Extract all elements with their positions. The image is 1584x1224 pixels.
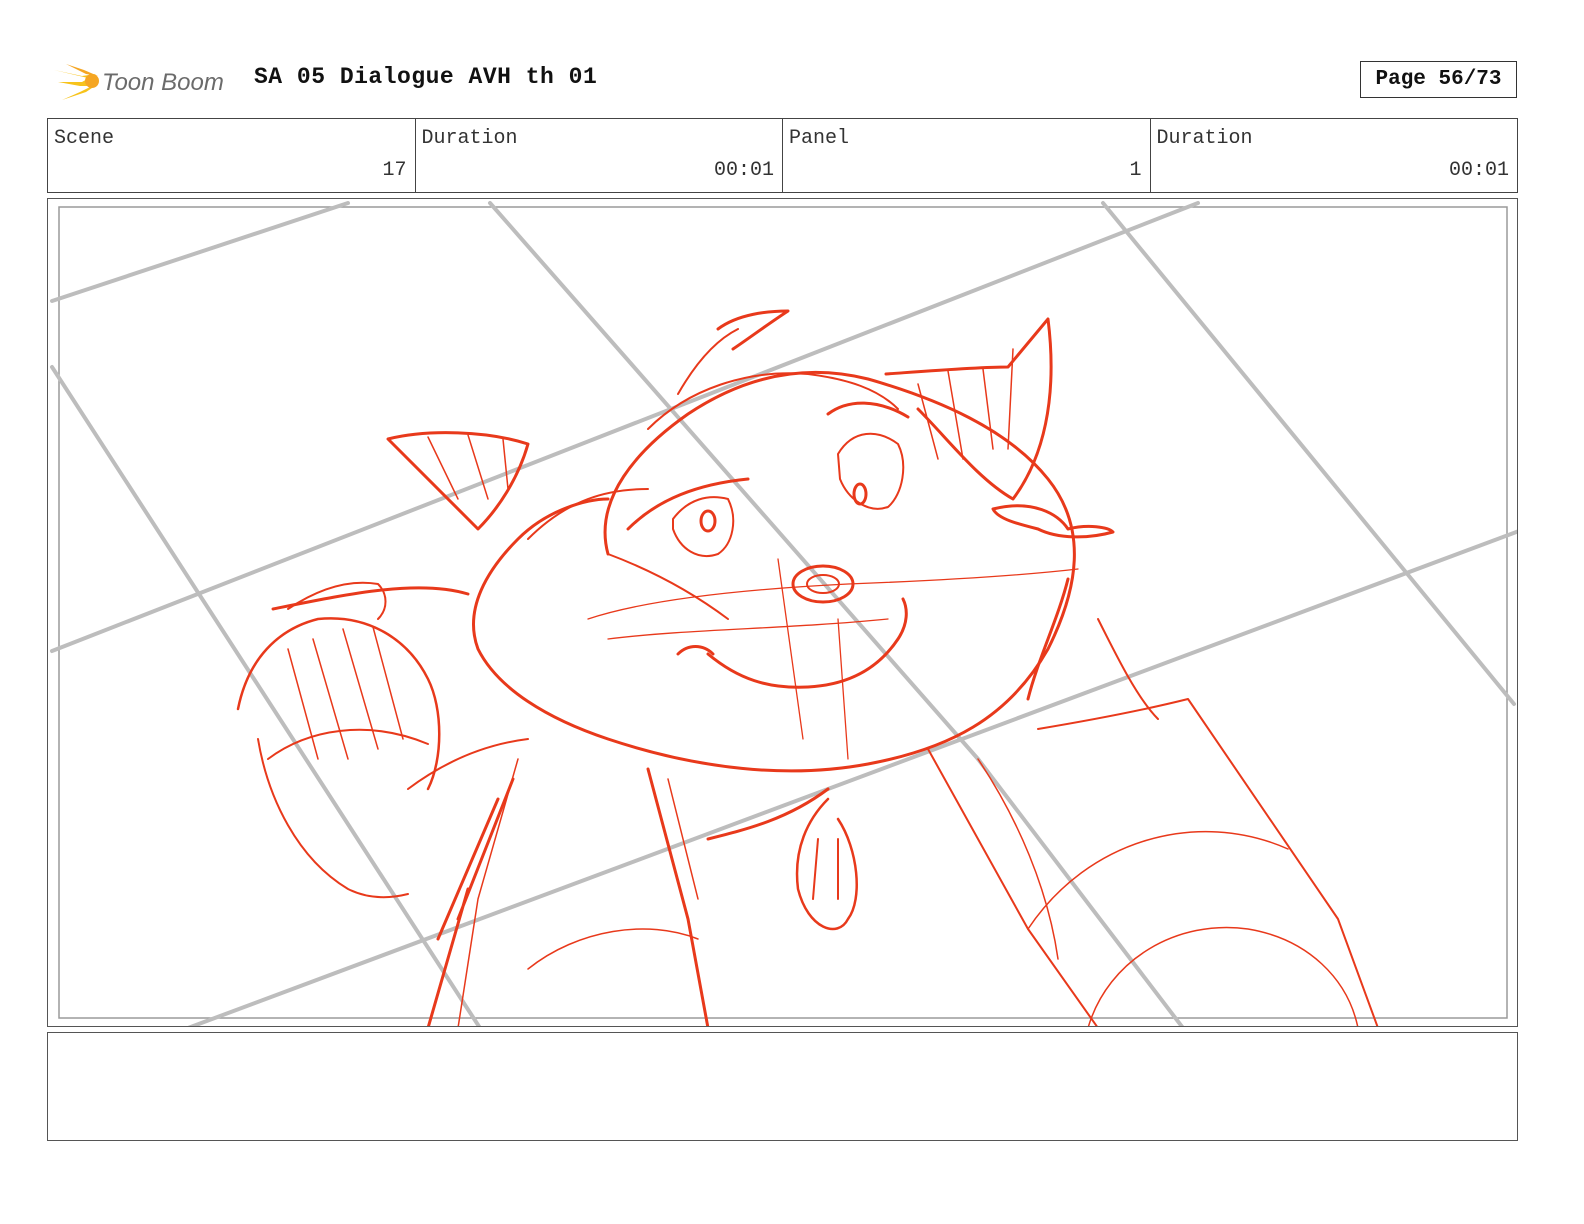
scene-cell: Scene 17 xyxy=(48,119,416,192)
floor-grid-lines xyxy=(50,201,1517,1026)
safe-frame xyxy=(58,206,1508,1019)
panel-duration-cell: Duration 00:01 xyxy=(1151,119,1518,192)
panel-drawing xyxy=(50,201,1517,1026)
logo-text: Toon Boom xyxy=(102,69,224,96)
panel-label: Panel xyxy=(789,127,850,150)
scene-label: Scene xyxy=(54,127,115,150)
toon-boom-logo: Toon Boom xyxy=(52,56,242,106)
panel-notes-box xyxy=(47,1032,1518,1141)
scene-duration-label: Duration xyxy=(421,127,518,150)
document-title: SA 05 Dialogue AVH th 01 xyxy=(254,64,598,90)
panel-info-table: Scene 17 Duration 00:01 Panel 1 Duration… xyxy=(47,118,1518,193)
storyboard-panel xyxy=(47,198,1518,1027)
panel-duration-value: 00:01 xyxy=(1448,159,1509,182)
starburst-icon xyxy=(54,64,99,100)
panel-duration-label: Duration xyxy=(1156,127,1253,150)
scene-duration-cell: Duration 00:01 xyxy=(416,119,783,192)
page-indicator: Page 56/73 xyxy=(1360,61,1517,98)
scene-value: 17 xyxy=(382,159,407,182)
scene-duration-value: 00:01 xyxy=(713,159,774,182)
panel-cell: Panel 1 xyxy=(783,119,1151,192)
panel-value: 1 xyxy=(1129,159,1142,182)
